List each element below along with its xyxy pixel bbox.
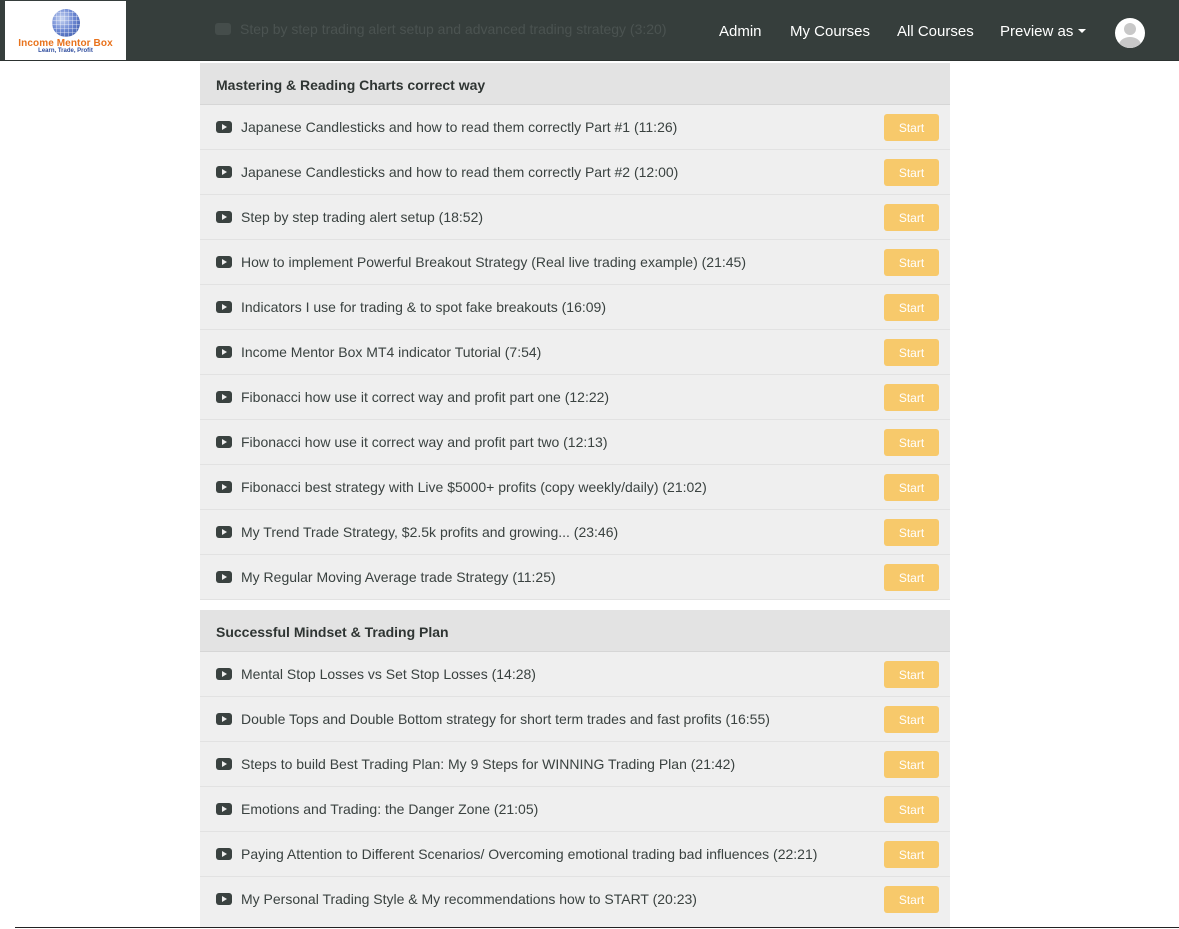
play-icon xyxy=(216,758,232,770)
lecture-row[interactable]: Japanese Candlesticks and how to read th… xyxy=(200,150,950,195)
play-icon xyxy=(216,571,232,583)
lecture-title[interactable]: Double Tops and Double Bottom strategy f… xyxy=(241,711,770,727)
avatar-head xyxy=(1124,23,1136,35)
lecture-row[interactable]: How to implement Powerful Breakout Strat… xyxy=(200,240,950,285)
lecture-row[interactable]: Mental Stop Losses vs Set Stop Losses (1… xyxy=(200,652,950,697)
user-avatar[interactable] xyxy=(1115,18,1145,48)
start-button[interactable]: Start xyxy=(884,886,939,913)
lecture-list: Japanese Candlesticks and how to read th… xyxy=(200,105,950,600)
lecture-row[interactable]: Step by step trading alert setup (18:52)… xyxy=(200,195,950,240)
lecture-title[interactable]: My Regular Moving Average trade Strategy… xyxy=(241,569,556,585)
caret-down-icon xyxy=(1078,29,1087,33)
course-section: Successful Mindset & Trading Plan Mental… xyxy=(200,610,950,922)
play-icon xyxy=(216,481,232,493)
lecture-row[interactable]: Fibonacci how use it correct way and pro… xyxy=(200,375,950,420)
lecture-row[interactable]: Japanese Candlesticks and how to read th… xyxy=(200,105,950,150)
start-button[interactable]: Start xyxy=(884,519,939,546)
preview-as-label: Preview as xyxy=(1000,23,1074,40)
start-button[interactable]: Start xyxy=(884,429,939,456)
lecture-title[interactable]: Fibonacci best strategy with Live $5000+… xyxy=(241,479,707,495)
lecture-title[interactable]: Fibonacci how use it correct way and pro… xyxy=(241,389,609,405)
lecture-row[interactable]: My Personal Trading Style & My recommend… xyxy=(200,877,950,922)
start-button[interactable]: Start xyxy=(884,339,939,366)
play-icon xyxy=(216,436,232,448)
start-button[interactable]: Start xyxy=(884,294,939,321)
lecture-title[interactable]: Emotions and Trading: the Danger Zone (2… xyxy=(241,801,538,817)
top-navbar: Step by step trading alert setup and adv… xyxy=(0,0,1179,61)
start-button[interactable]: Start xyxy=(884,751,939,778)
course-curriculum-page: Step by step trading alert setup and adv… xyxy=(0,0,1179,929)
play-icon xyxy=(216,391,232,403)
play-icon xyxy=(216,713,232,725)
lecture-title[interactable]: Fibonacci how use it correct way and pro… xyxy=(241,434,608,450)
play-icon xyxy=(215,23,231,35)
start-button[interactable]: Start xyxy=(884,706,939,733)
start-button[interactable]: Start xyxy=(884,159,939,186)
lecture-row[interactable]: Income Mentor Box MT4 indicator Tutorial… xyxy=(200,330,950,375)
nav-my-courses-link[interactable]: My Courses xyxy=(790,23,870,40)
lecture-title[interactable]: Mental Stop Losses vs Set Stop Losses (1… xyxy=(241,666,536,682)
play-icon xyxy=(216,256,232,268)
start-button[interactable]: Start xyxy=(884,474,939,501)
lecture-row[interactable]: Emotions and Trading: the Danger Zone (2… xyxy=(200,787,950,832)
play-icon xyxy=(216,346,232,358)
start-button[interactable]: Start xyxy=(884,384,939,411)
start-button[interactable]: Start xyxy=(884,564,939,591)
course-section: Mastering & Reading Charts correct way J… xyxy=(200,63,950,600)
play-icon xyxy=(216,166,232,178)
lecture-row[interactable]: Fibonacci how use it correct way and pro… xyxy=(200,420,950,465)
globe-icon xyxy=(52,9,80,37)
lecture-title[interactable]: Indicators I use for trading & to spot f… xyxy=(241,299,606,315)
play-icon xyxy=(216,803,232,815)
lecture-row[interactable]: Indicators I use for trading & to spot f… xyxy=(200,285,950,330)
lecture-title[interactable]: Steps to build Best Trading Plan: My 9 S… xyxy=(241,756,735,772)
nav-preview-as-dropdown[interactable]: Preview as xyxy=(1000,23,1087,40)
lecture-title[interactable]: My Trend Trade Strategy, $2.5k profits a… xyxy=(241,524,618,540)
lecture-row[interactable]: Paying Attention to Different Scenarios/… xyxy=(200,832,950,877)
section-title: Successful Mindset & Trading Plan xyxy=(200,610,950,652)
lecture-title[interactable]: How to implement Powerful Breakout Strat… xyxy=(241,254,746,270)
brand-logo[interactable]: Income Mentor Box Learn, Trade, Profit xyxy=(5,1,126,60)
scrolled-lecture-title: Step by step trading alert setup and adv… xyxy=(240,21,667,37)
start-button[interactable]: Start xyxy=(884,204,939,231)
bottom-divider xyxy=(15,927,1179,928)
start-button[interactable]: Start xyxy=(884,841,939,868)
play-icon xyxy=(216,668,232,680)
start-button[interactable]: Start xyxy=(884,249,939,276)
brand-tagline: Learn, Trade, Profit xyxy=(38,48,93,54)
lecture-title[interactable]: Step by step trading alert setup (18:52) xyxy=(241,209,483,225)
start-button[interactable]: Start xyxy=(884,796,939,823)
play-icon xyxy=(216,848,232,860)
start-button[interactable]: Start xyxy=(884,661,939,688)
lecture-row[interactable]: My Trend Trade Strategy, $2.5k profits a… xyxy=(200,510,950,555)
start-button[interactable]: Start xyxy=(884,114,939,141)
lecture-row[interactable]: My Regular Moving Average trade Strategy… xyxy=(200,555,950,600)
scrolled-lecture-row: Step by step trading alert setup and adv… xyxy=(215,21,667,37)
play-icon xyxy=(216,301,232,313)
lecture-row[interactable]: Double Tops and Double Bottom strategy f… xyxy=(200,697,950,742)
lecture-title[interactable]: Paying Attention to Different Scenarios/… xyxy=(241,846,817,862)
lecture-row[interactable]: Steps to build Best Trading Plan: My 9 S… xyxy=(200,742,950,787)
lecture-title[interactable]: My Personal Trading Style & My recommend… xyxy=(241,891,697,907)
play-icon xyxy=(216,526,232,538)
play-icon xyxy=(216,893,232,905)
play-icon xyxy=(216,211,232,223)
lecture-title[interactable]: Japanese Candlesticks and how to read th… xyxy=(241,164,678,180)
section-title: Mastering & Reading Charts correct way xyxy=(200,63,950,105)
avatar-body xyxy=(1119,37,1141,48)
nav-all-courses-link[interactable]: All Courses xyxy=(897,23,974,40)
nav-admin-link[interactable]: Admin xyxy=(719,23,762,40)
play-icon xyxy=(216,121,232,133)
lecture-row[interactable]: Fibonacci best strategy with Live $5000+… xyxy=(200,465,950,510)
lecture-title[interactable]: Income Mentor Box MT4 indicator Tutorial… xyxy=(241,344,541,360)
lecture-list: Mental Stop Losses vs Set Stop Losses (1… xyxy=(200,652,950,922)
lecture-title[interactable]: Japanese Candlesticks and how to read th… xyxy=(241,119,677,135)
